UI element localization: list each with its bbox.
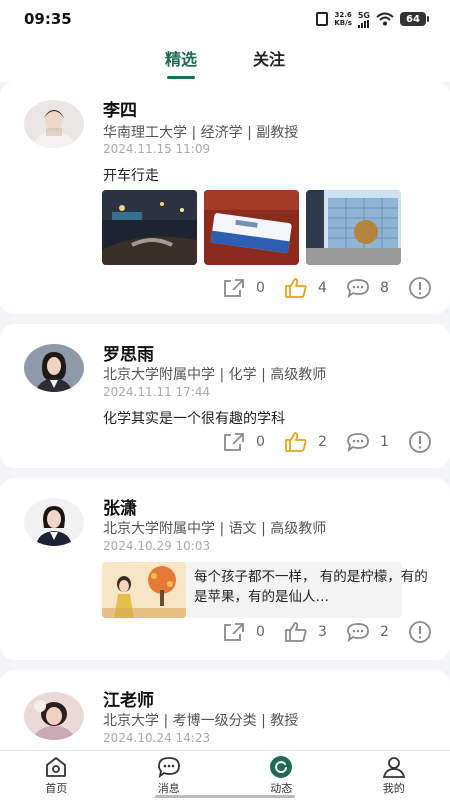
post-photos (102, 190, 402, 265)
like-action[interactable]: 3 (284, 621, 328, 643)
post-card[interactable]: 江老师 北京大学 | 考博一级分类 | 教授 2024.10.24 14:23 (0, 670, 450, 750)
alert-circle-icon (408, 621, 432, 643)
nav-profile-label: 我的 (382, 782, 405, 795)
nav-feed-label: 动态 (270, 782, 293, 795)
share-icon (222, 277, 246, 299)
author-name[interactable]: 张潇 (103, 494, 137, 519)
author-name[interactable]: 江老师 (103, 686, 154, 711)
thumbs-up-icon (284, 621, 308, 643)
tab-featured[interactable]: 精选 (165, 46, 197, 70)
like-action[interactable]: 2 (284, 431, 328, 453)
comment-icon (346, 277, 370, 299)
share-action[interactable]: 0 (222, 621, 266, 643)
avatar[interactable] (24, 344, 84, 392)
post-card[interactable]: 李四 华南理工大学 | 经济学 | 副教授 2024.11.15 11:09 开… (0, 82, 450, 314)
comment-action[interactable]: 8 (346, 277, 390, 299)
net-speed: 32.6 KB/s (334, 11, 352, 27)
alert-circle-icon (408, 431, 432, 453)
author-affiliation: 北京大学附属中学 | 化学 | 高级教师 (103, 367, 327, 383)
night-driving-photo[interactable] (102, 190, 197, 265)
post-card[interactable]: 罗思雨 北京大学附属中学 | 化学 | 高级教师 2024.11.11 17:4… (0, 324, 450, 468)
comment-count: 8 (380, 280, 389, 296)
comment-count: 2 (380, 624, 389, 640)
share-icon (222, 431, 246, 453)
like-count: 3 (318, 624, 327, 640)
report-action[interactable] (408, 431, 432, 453)
post-date: 2024.11.15 11:09 (103, 142, 211, 156)
tab-following[interactable]: 关注 (253, 46, 285, 70)
avatar[interactable] (24, 498, 84, 546)
comment-action[interactable]: 1 (346, 431, 390, 453)
post-actions: 0 3 2 (204, 621, 432, 643)
bottom-nav: 首页 消息 动态 我的 (0, 750, 450, 800)
nav-home-label: 首页 (45, 782, 68, 795)
share-action[interactable]: 0 (222, 277, 266, 299)
share-icon (222, 621, 246, 643)
feed-list[interactable]: 李四 华南理工大学 | 经济学 | 副教授 2024.11.15 11:09 开… (0, 82, 450, 750)
nav-messages[interactable]: 消息 (134, 755, 204, 796)
wifi-icon (376, 12, 394, 26)
nav-home[interactable]: 首页 (21, 755, 91, 796)
status-icons: 32.6 KB/s 5G 64 (316, 11, 429, 28)
author-name[interactable]: 李四 (103, 96, 137, 121)
nav-feed[interactable]: 动态 (246, 755, 316, 796)
status-time: 09:35 (24, 10, 72, 28)
share-count: 0 (256, 434, 265, 450)
post-date: 2024.10.29 10:03 (103, 539, 211, 553)
comment-action[interactable]: 2 (346, 621, 390, 643)
signal-icon: 5G (357, 11, 370, 28)
post-card[interactable]: 张潇 北京大学附属中学 | 语文 | 高级教师 2024.10.29 10:03… (0, 478, 450, 660)
author-affiliation: 北京大学附属中学 | 语文 | 高级教师 (103, 521, 327, 537)
author-name[interactable]: 罗思雨 (103, 340, 154, 365)
feed-icon (268, 755, 294, 779)
home-icon (43, 755, 69, 779)
profile-icon (381, 755, 407, 779)
alert-circle-icon (408, 277, 432, 299)
report-action[interactable] (408, 621, 432, 643)
building-photo[interactable] (306, 190, 401, 265)
article-thumbnail (102, 562, 186, 618)
post-date: 2024.10.24 14:23 (103, 731, 211, 745)
post-text[interactable]: 化学其实是一个很有趣的学科 (103, 408, 285, 428)
thumbs-up-icon (284, 277, 308, 299)
gesture-bar[interactable] (155, 795, 295, 798)
top-tabs: 精选 关注 (0, 38, 450, 82)
thumbs-up-icon (284, 431, 308, 453)
post-date: 2024.11.11 17:44 (103, 385, 211, 399)
comment-count: 1 (380, 434, 389, 450)
share-count: 0 (256, 280, 265, 296)
report-action[interactable] (408, 277, 432, 299)
like-count: 4 (318, 280, 327, 296)
share-count: 0 (256, 624, 265, 640)
like-count: 2 (318, 434, 327, 450)
like-action[interactable]: 4 (284, 277, 328, 299)
comment-icon (346, 431, 370, 453)
author-affiliation: 北京大学 | 考博一级分类 | 教授 (103, 713, 299, 729)
nav-profile[interactable]: 我的 (359, 755, 429, 796)
status-bar: 09:35 32.6 KB/s 5G 64 (0, 0, 450, 38)
share-action[interactable]: 0 (222, 431, 266, 453)
avatar[interactable] (24, 692, 84, 740)
battery-icon: 64 (400, 12, 429, 26)
post-actions: 0 4 8 (204, 277, 432, 299)
post-text: 每个孩子都不一样， 有的是柠檬，有的是苹果，有的是仙人… (194, 569, 428, 605)
author-affiliation: 华南理工大学 | 经济学 | 副教授 (103, 125, 299, 141)
post-actions: 0 2 1 (204, 431, 432, 453)
shared-article[interactable]: 每个孩子都不一样， 有的是柠檬，有的是苹果，有的是仙人… (102, 562, 428, 618)
nav-messages-label: 消息 (157, 782, 180, 795)
avatar[interactable] (24, 100, 84, 148)
message-icon (156, 755, 182, 779)
vibrate-icon (316, 12, 329, 26)
post-text[interactable]: 开车行走 (103, 165, 159, 185)
comment-icon (346, 621, 370, 643)
certificate-photo[interactable] (204, 190, 299, 265)
